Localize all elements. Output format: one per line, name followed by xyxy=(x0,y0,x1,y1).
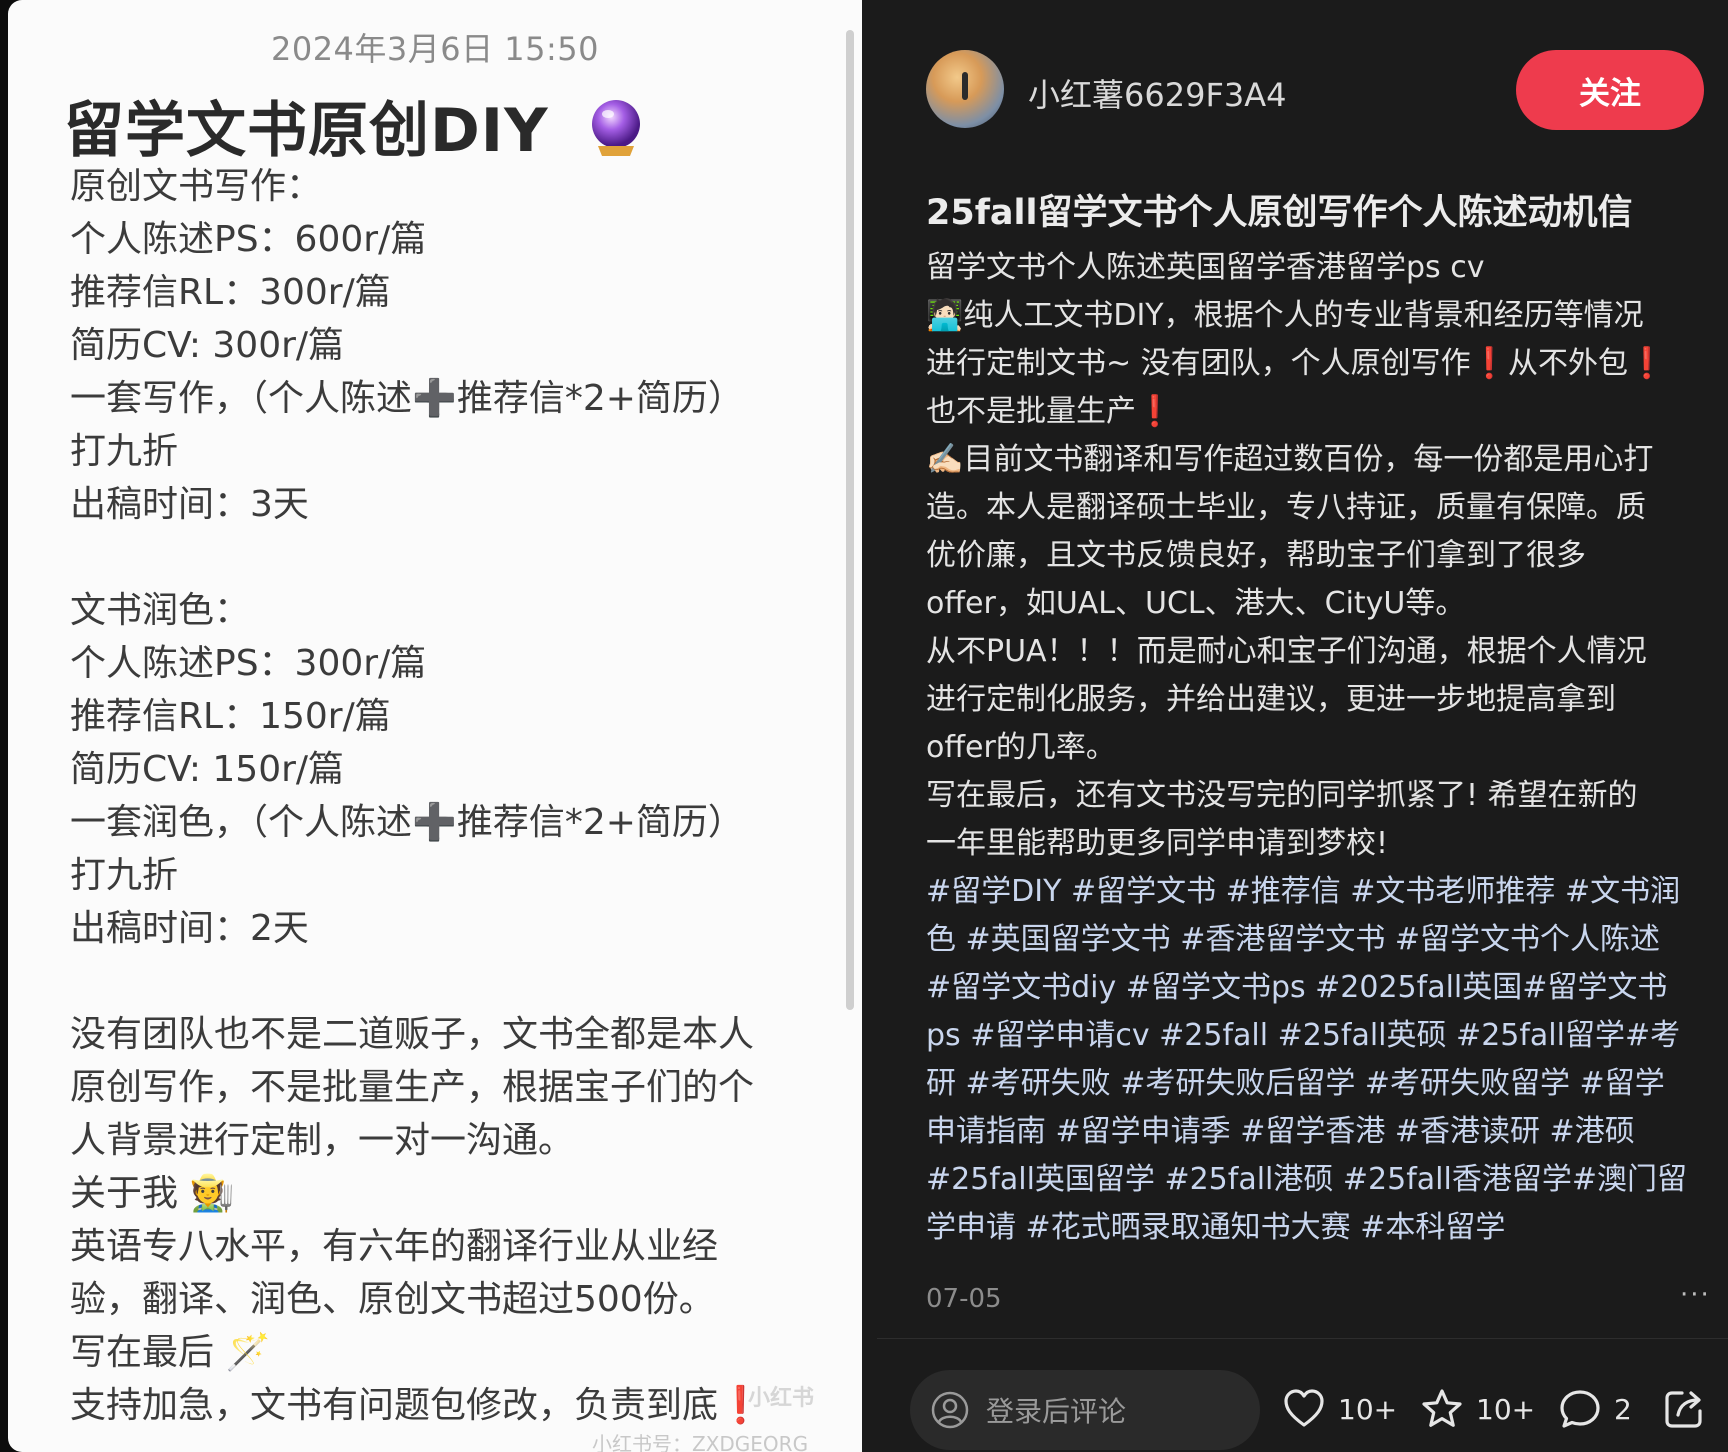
hashtag-line[interactable]: #留学文书diy #留学文书ps #2025fall英国#留学文书 xyxy=(926,964,1706,1012)
body-line: 写在最后，还有文书没写完的同学抓紧了! 希望在新的 xyxy=(926,778,1638,813)
comment-input[interactable]: 登录后评论 xyxy=(910,1370,1260,1450)
image-line: 文书润色： xyxy=(70,590,251,631)
image-line: 推荐信RL：300r/篇 xyxy=(70,272,391,313)
image-line xyxy=(70,955,810,1008)
image-line: 个人陈述PS：300r/篇 xyxy=(70,643,427,684)
body-line: 优价廉，且文书反馈良好，帮助宝子们拿到了很多 xyxy=(926,538,1586,573)
exclamation-icon: ❗ xyxy=(1136,394,1174,429)
note-image[interactable]: 2024年3月6日 15:50 留学文书原创DIY 原创文书写作： 个人陈述PS… xyxy=(8,0,862,1452)
crystal-ball-icon xyxy=(588,98,644,158)
image-title: 留学文书原创DIY xyxy=(64,82,644,169)
note-date: 07-05 xyxy=(926,1284,1002,1314)
image-line: 个人陈述PS：600r/篇 xyxy=(70,219,427,260)
note-title: 25fall留学文书个人原创写作个人陈述动机信 xyxy=(926,193,1633,233)
image-line: 关于我 🧑‍🌾 xyxy=(70,1173,235,1214)
body-line: ✍🏻目前文书翻译和写作超过数百份，每一份都是用心打 xyxy=(926,442,1654,477)
user-icon xyxy=(931,1391,969,1429)
collect-count: 10+ xyxy=(1476,1392,1536,1426)
like-count: 10+ xyxy=(1338,1392,1398,1426)
author-name[interactable]: 小红薯6629F3A4 xyxy=(1028,70,1286,116)
image-line: 一套润色，（个人陈述➕推荐信*2+简历） xyxy=(70,802,744,843)
image-scrollbar[interactable] xyxy=(846,30,854,1010)
image-line: 打九折 xyxy=(70,431,179,472)
hashtag-line[interactable]: 申请指南 #留学申请季 #留学香港 #香港读研 #港硕 xyxy=(926,1108,1706,1156)
image-date: 2024年3月6日 15:50 xyxy=(270,30,600,68)
image-line: 出稿时间：3天 xyxy=(70,484,309,525)
body-line: offer，如UAL、UCL、港大、CityU等。 xyxy=(926,586,1466,621)
image-line: 出稿时间：2天 xyxy=(70,908,309,949)
note-body: 留学文书个人陈述英国留学香港留学ps cv 🧑🏻‍💻纯人工文书DIY，根据个人的… xyxy=(926,244,1706,1252)
image-line: 原创文书写作： xyxy=(70,166,323,207)
body-line: 也不是批量生产❗ xyxy=(926,394,1174,429)
body-line: 一年里能帮助更多同学申请到梦校! xyxy=(926,826,1389,861)
image-title-text: 留学文书原创DIY xyxy=(64,96,549,166)
body-line: 留学文书个人陈述英国留学香港留学ps cv xyxy=(926,250,1485,285)
hashtag-line[interactable]: #25fall英国留学 #25fall港硕 #25fall香港留学#澳门留 xyxy=(926,1156,1706,1204)
collect-button[interactable]: 10+ xyxy=(1420,1385,1535,1433)
image-line: 英语专八水平，有六年的翻译行业从业经 xyxy=(70,1226,719,1267)
image-line: 原创写作，不是批量生产，根据宝子们的个 xyxy=(70,1067,755,1108)
hashtag-line[interactable]: 色 #英国留学文书 #香港留学文书 #留学文书个人陈述 xyxy=(926,916,1706,964)
image-line: 打九折 xyxy=(70,855,179,896)
image-text-block: 原创文书写作： 个人陈述PS：600r/篇 推荐信RL：300r/篇 简历CV:… xyxy=(70,160,810,1432)
more-icon[interactable]: ··· xyxy=(1680,1280,1711,1310)
body-line: 进行定制化服务，并给出建议，更进一步地提高拿到 xyxy=(926,682,1616,717)
image-line: 验，翻译、润色、原创文书超过500份。 xyxy=(70,1279,715,1320)
exclamation-icon: ❗ xyxy=(1628,346,1666,381)
hashtag-line[interactable]: #留学DIY #留学文书 #推荐信 #文书老师推荐 #文书润 xyxy=(926,868,1706,916)
follow-button[interactable]: 关注 xyxy=(1516,50,1704,130)
body-line: offer的几率。 xyxy=(926,730,1116,765)
comment-button[interactable]: 2 xyxy=(1558,1385,1632,1433)
image-line xyxy=(70,531,810,584)
star-icon xyxy=(1422,1389,1462,1427)
body-line: 进行定制文书~ 没有团队，个人原创写作❗从不外包❗ xyxy=(926,346,1666,381)
image-line: 一套写作，（个人陈述➕推荐信*2+简历） xyxy=(70,378,744,419)
watermark-logo: 小红书 xyxy=(748,1386,815,1411)
hashtag-line[interactable]: 研 #考研失败 #考研失败后留学 #考研失败留学 #留学 xyxy=(926,1060,1706,1108)
share-button[interactable] xyxy=(1662,1385,1706,1433)
share-icon xyxy=(1665,1391,1702,1428)
image-line: 写在最后 🪄 xyxy=(70,1332,271,1373)
hashtag-line[interactable]: ps #留学申请cv #25fall #25fall英硕 #25fall留学#考 xyxy=(926,1012,1706,1060)
image-line: 简历CV: 150r/篇 xyxy=(70,749,345,790)
chat-bubble-icon xyxy=(1560,1390,1600,1428)
image-line: 简历CV: 300r/篇 xyxy=(70,325,345,366)
watermark: 小红书号：ZXDGEORG xyxy=(592,1432,809,1452)
image-line: 人背景进行定制，一对一沟通。 xyxy=(70,1120,575,1161)
body-line: 从不PUA！！！而是耐心和宝子们沟通，根据个人情况 xyxy=(926,634,1647,669)
avatar[interactable] xyxy=(926,50,1004,128)
image-line: 没有团队也不是二道贩子，文书全都是本人 xyxy=(70,1014,755,1055)
comment-placeholder: 登录后评论 xyxy=(986,1395,1127,1428)
hashtag-line[interactable]: 学申请 #花式晒录取通知书大赛 #本科留学 xyxy=(926,1204,1706,1252)
comment-count: 2 xyxy=(1614,1392,1632,1426)
body-line: 🧑🏻‍💻纯人工文书DIY，根据个人的专业背景和经历等情况 xyxy=(926,298,1644,333)
image-line: 推荐信RL：150r/篇 xyxy=(70,696,391,737)
body-line: 造。本人是翻译硕士毕业，专八持证，质量有保障。质 xyxy=(926,490,1646,525)
note-detail: 小红薯6629F3A4 关注 25fall留学文书个人原创写作个人陈述动机信 留… xyxy=(862,0,1728,1452)
divider xyxy=(877,1338,1728,1339)
exclamation-icon: ❗ xyxy=(1470,346,1509,381)
image-line: 支持加急，文书有问题包修改，负责到底❗ xyxy=(70,1385,763,1426)
heart-icon xyxy=(1284,1389,1324,1427)
like-button[interactable]: 10+ xyxy=(1282,1385,1397,1433)
